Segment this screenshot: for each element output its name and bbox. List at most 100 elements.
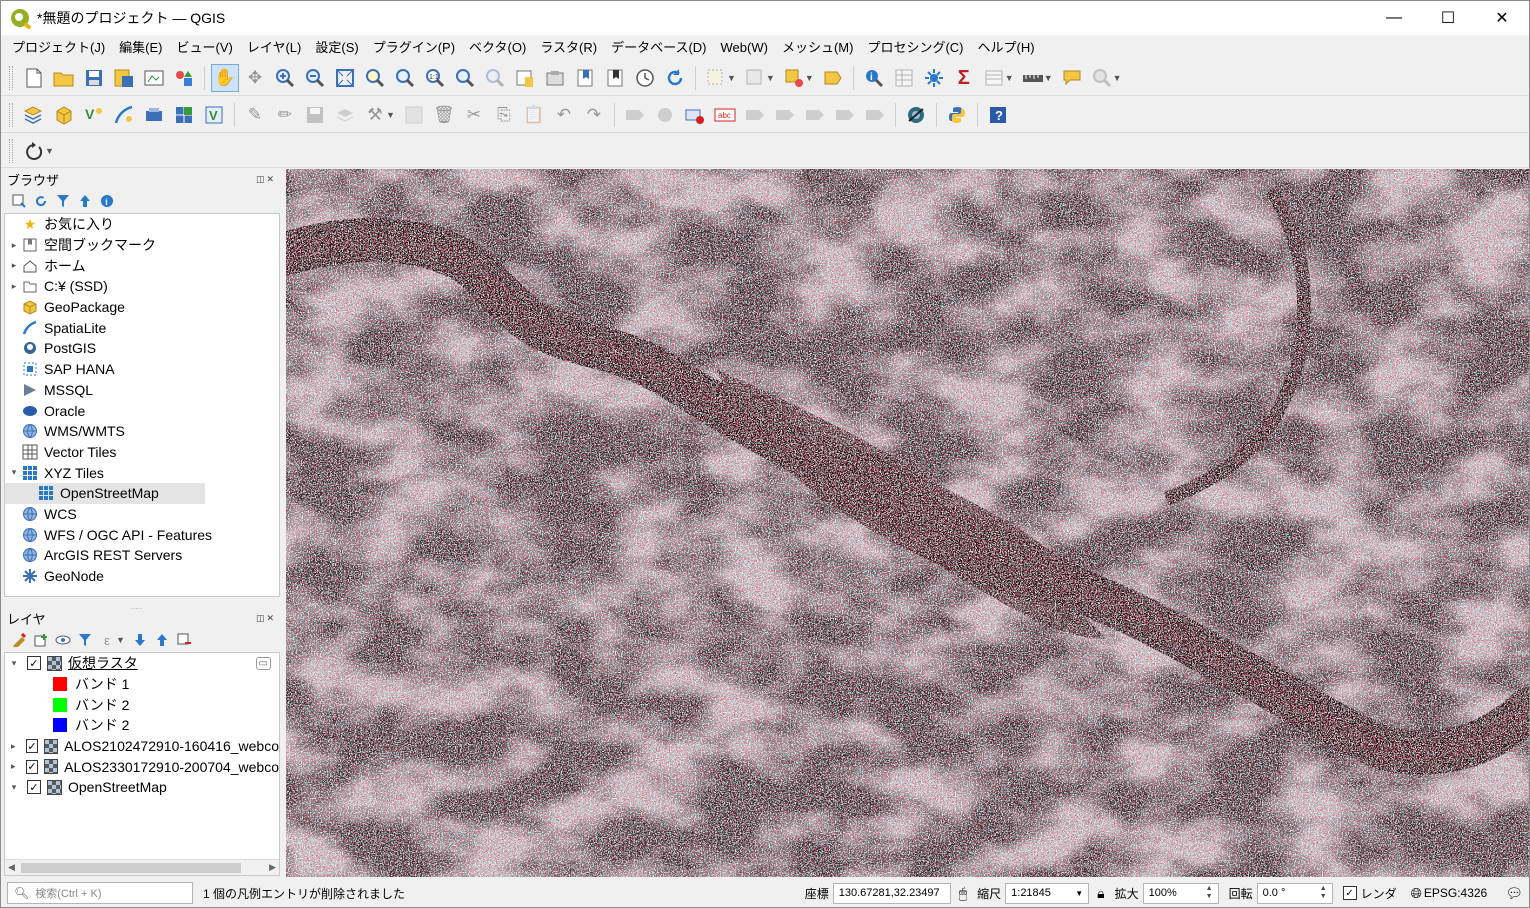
menu-layer[interactable]: レイヤ(L) xyxy=(240,37,309,59)
filter-browser-icon[interactable] xyxy=(52,190,74,212)
zoom-to-layer-icon[interactable] xyxy=(391,64,419,92)
band-legend-item[interactable]: バンド 2 xyxy=(5,694,279,715)
browser-item-oracle[interactable]: Oracle xyxy=(5,400,279,421)
collapse-all-layers-icon[interactable] xyxy=(151,629,173,651)
new-mesh-icon[interactable] xyxy=(170,101,198,129)
menu-view[interactable]: ビュー(V) xyxy=(170,37,240,59)
menu-help[interactable]: ヘルプ(H) xyxy=(971,37,1042,59)
manage-map-themes-icon[interactable] xyxy=(52,629,74,651)
spinbox-arrows-icon[interactable]: ▲ ▼ xyxy=(1206,885,1213,901)
layer-item[interactable]: ▾ ✓ 仮想ラスタ ▭ xyxy=(5,653,279,674)
expand-down-icon[interactable]: ▾ xyxy=(7,782,21,793)
browser-item-hana[interactable]: SAP HANA xyxy=(5,359,279,380)
help-icon[interactable]: ? xyxy=(984,101,1012,129)
close-button[interactable]: ✕ xyxy=(1475,1,1529,35)
coordinate-field[interactable]: 130.67281,32.23497 xyxy=(832,882,951,904)
spinbox-arrows-icon[interactable]: ▲ ▼ xyxy=(1320,885,1327,901)
bookmark-list-icon[interactable] xyxy=(601,64,629,92)
delete-selected-icon[interactable]: 🗑 xyxy=(430,101,458,129)
edit-pencil-icon[interactable]: ✏ xyxy=(271,101,299,129)
render-checkbox[interactable]: ✓ xyxy=(1342,886,1357,900)
plugins-globe-icon[interactable] xyxy=(902,101,930,129)
rotate-label-icon[interactable] xyxy=(771,101,799,129)
map-canvas[interactable] xyxy=(286,169,1529,877)
zoom-out-icon[interactable] xyxy=(301,64,329,92)
browser-item-globe[interactable]: ArcGIS REST Servers xyxy=(5,545,279,566)
add-group-icon[interactable] xyxy=(30,629,52,651)
temporal-controller-icon[interactable] xyxy=(631,64,659,92)
measure-select-icon[interactable] xyxy=(819,64,847,92)
expand-right-icon[interactable]: ▸ xyxy=(7,240,21,251)
layers-hscroll[interactable]: ◀ ▶ xyxy=(5,859,279,875)
expand-right-icon[interactable]: ▸ xyxy=(7,260,21,271)
cut-icon[interactable]: ✂ xyxy=(460,101,488,129)
open-project-icon[interactable] xyxy=(50,64,78,92)
browser-item-spatialite[interactable]: SpatiaLite xyxy=(5,317,279,338)
crs-globe-icon[interactable]: 🌐︎ xyxy=(1411,885,1422,902)
lock-scale-icon[interactable]: 🔒︎ xyxy=(1097,885,1104,902)
zoom-native-icon[interactable]: 1:1 xyxy=(421,64,449,92)
browser-item-grid[interactable]: Vector Tiles xyxy=(5,442,279,463)
data-source-manager-icon[interactable] xyxy=(20,101,48,129)
browser-item-star[interactable]: ★ お気に入り xyxy=(5,214,279,235)
toolbar-grip[interactable] xyxy=(9,138,13,163)
band-legend-item[interactable]: バンド 1 xyxy=(5,674,279,695)
layer-visibility-checkbox[interactable]: ✓ xyxy=(27,656,41,671)
browser-item-globe[interactable]: WCS xyxy=(5,504,279,525)
scroll-left-icon[interactable]: ◀ xyxy=(8,862,15,873)
pan-icon[interactable]: ✋ xyxy=(211,63,239,92)
toggle-extents-icon[interactable]: 🖱 xyxy=(959,885,967,902)
dock-float-close-icon[interactable]: ◫✕ xyxy=(256,174,276,185)
modify-attributes-icon[interactable] xyxy=(400,101,428,129)
pan-to-selection-icon[interactable]: ✥ xyxy=(241,64,269,92)
expand-right-icon[interactable]: ▸ xyxy=(7,761,20,772)
menu-database[interactable]: データベース(D) xyxy=(604,37,713,59)
label-props-icon[interactable] xyxy=(831,101,859,129)
style-manager-icon[interactable] xyxy=(170,64,198,92)
print-layout-icon[interactable] xyxy=(140,64,168,92)
rotation-field[interactable]: 0.0 ° ▲ ▼ xyxy=(1256,882,1333,904)
add-feature-icon[interactable] xyxy=(331,101,359,129)
new-virtual-icon[interactable] xyxy=(140,101,168,129)
browser-item-geopackage[interactable]: GeoPackage xyxy=(5,297,279,318)
collapse-all-icon[interactable] xyxy=(74,190,96,212)
zoom-in-icon[interactable] xyxy=(271,64,299,92)
layer-item[interactable]: ▾ ✓ OpenStreetMap xyxy=(5,777,279,798)
properties-icon[interactable]: i xyxy=(96,190,118,212)
digitize-icon[interactable]: ✎ xyxy=(241,101,269,129)
maximize-button[interactable]: ☐ xyxy=(1421,1,1475,35)
zoom-last-icon[interactable] xyxy=(451,64,479,92)
remove-layer-icon[interactable] xyxy=(173,629,195,651)
layer-indicator-icon[interactable]: ▭ xyxy=(255,656,271,670)
new-shapefile-icon[interactable]: V xyxy=(80,101,108,129)
pin-labels-icon[interactable] xyxy=(651,101,679,129)
locator-search-input[interactable]: 🔍︎ 検索(Ctrl + K) xyxy=(7,882,193,904)
save-as-icon[interactable] xyxy=(110,64,138,92)
layer-item[interactable]: ▸ ✓ ALOS2102472910-160416_webco xyxy=(5,736,279,757)
browser-item-postgis[interactable]: PostGIS xyxy=(5,338,279,359)
menu-edit[interactable]: 編集(E) xyxy=(112,37,169,59)
filter-legend-icon[interactable] xyxy=(74,629,96,651)
toolbar-grip[interactable] xyxy=(9,65,13,90)
vertex-tool-icon[interactable]: ⚒ xyxy=(361,101,389,129)
browser-item-drive[interactable]: ▸ C:¥ (SSD) xyxy=(5,276,279,297)
highlight-labels-icon[interactable] xyxy=(681,101,709,129)
layer-visibility-checkbox[interactable]: ✓ xyxy=(25,759,39,774)
label-style-icon[interactable] xyxy=(861,101,889,129)
new-geopackage-icon[interactable] xyxy=(50,101,78,129)
bookmark-icon[interactable] xyxy=(571,64,599,92)
new-temporary-icon[interactable]: V xyxy=(200,101,228,129)
locate-icon[interactable] xyxy=(1088,64,1116,92)
measure-icon[interactable] xyxy=(1019,64,1047,92)
scroll-right-icon[interactable]: ▶ xyxy=(269,862,276,873)
expand-down-icon[interactable]: ▾ xyxy=(7,658,21,669)
spin-tool-icon[interactable] xyxy=(20,137,48,165)
browser-item-bookmark[interactable]: ▸ 空間ブックマーク xyxy=(5,235,279,256)
band-legend-item[interactable]: バンド 2 xyxy=(5,715,279,736)
copy-icon[interactable]: ⎘ xyxy=(490,101,518,129)
sum-icon[interactable]: Σ xyxy=(950,64,978,92)
select-features-icon[interactable] xyxy=(702,64,730,92)
browser-item-geonode[interactable]: GeoNode xyxy=(5,566,279,587)
browser-item-tiles[interactable]: ▾ XYZ Tiles xyxy=(5,462,279,483)
expand-down-icon[interactable]: ▾ xyxy=(7,467,21,478)
